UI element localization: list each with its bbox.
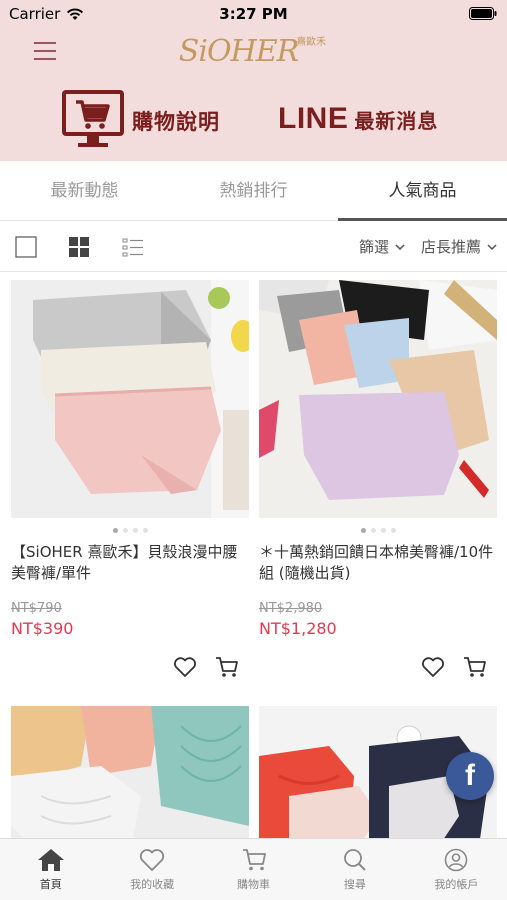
tab-best-sellers[interactable]: 熱銷排行 [169, 161, 338, 220]
page-dot [390, 527, 396, 533]
nav-home-label: 首頁 [39, 878, 62, 891]
sort-label: 店長推薦 [420, 238, 481, 256]
status-time: 3:27 PM [219, 5, 288, 23]
chevron-down-icon [487, 243, 497, 250]
page-dot [370, 527, 376, 533]
header: SiOHER熹歐禾 購物說明 LINE 最新消息 [0, 28, 507, 161]
line-brand-label: LINE [278, 102, 349, 135]
cart-icon[interactable] [215, 656, 239, 678]
filter-sort-area: 篩選 店長推薦 [359, 236, 497, 257]
brand-logo[interactable]: SiOHER熹歐禾 [0, 34, 507, 69]
heart-icon [139, 849, 165, 871]
product-title[interactable]: 【SiOHER 熹歐禾】貝殼浪漫中腰美臀褲/單件 [11, 542, 249, 590]
shopping-guide-label: 購物說明 [132, 110, 220, 134]
single-view-button[interactable] [15, 236, 37, 258]
grid-icon [69, 237, 89, 257]
nav-cart[interactable]: 購物車 [203, 839, 304, 900]
promo-row: 購物說明 LINE 最新消息 [0, 90, 507, 150]
product-image[interactable] [259, 280, 497, 518]
nav-favorites[interactable]: 我的收藏 [101, 839, 202, 900]
page-dot [380, 527, 386, 533]
nav-search[interactable]: 搜尋 [304, 839, 405, 900]
logo-subtitle: 熹歐禾 [296, 37, 327, 48]
page-dot [360, 527, 366, 533]
bottom-tab-bar: 首頁 我的收藏 購物車 搜尋 我的帳戶 [0, 838, 507, 900]
product-card[interactable]: ＊十萬熱銷回饋日本棉美臀褲/10件組 (隨機出貨) NT$2,980 NT$1,… [259, 280, 497, 677]
filter-label: 篩選 [358, 238, 389, 256]
nav-account-label: 我的帳戶 [434, 878, 479, 891]
monitor-cart-icon [62, 90, 124, 147]
nav-home[interactable]: 首頁 [0, 839, 101, 900]
list-view-button[interactable] [122, 236, 144, 258]
product-image[interactable] [11, 280, 249, 518]
page-dot [112, 527, 118, 533]
view-toolbar: 篩選 店長推薦 [0, 222, 507, 272]
product-title[interactable]: ＊十萬熱銷回饋日本棉美臀褲/10件組 (隨機出貨) [259, 542, 497, 590]
sale-price: NT$1,280 [259, 619, 337, 638]
square-icon [15, 236, 37, 258]
battery-icon [469, 6, 497, 24]
filter-dropdown[interactable]: 篩選 [359, 236, 405, 257]
product-card[interactable]: 【SiOHER 熹歐禾】貝殼浪漫中腰美臀褲/單件 NT$790 NT$390 [11, 280, 249, 677]
nav-cart-label: 購物車 [237, 878, 271, 891]
nav-search-label: 搜尋 [343, 878, 366, 891]
page-dot [122, 527, 128, 533]
sale-price: NT$390 [11, 619, 74, 638]
original-price: NT$2,980 [259, 601, 323, 616]
shopping-guide-button[interactable]: 購物說明 [62, 90, 220, 152]
facebook-button[interactable]: f [446, 752, 494, 800]
image-pagination [11, 518, 249, 542]
search-icon [344, 849, 366, 871]
original-price: NT$790 [11, 601, 62, 616]
chevron-down-icon [395, 243, 405, 250]
heart-icon[interactable] [421, 656, 445, 678]
home-icon [37, 849, 64, 871]
app-screen: Carrier 3:27 PM SiOHER熹歐禾 購物說明 LINE 最新消息… [0, 0, 507, 900]
card-actions [173, 656, 239, 678]
cart-icon[interactable] [463, 656, 487, 678]
sort-dropdown[interactable]: 店長推薦 [421, 236, 497, 257]
page-dot [132, 527, 138, 533]
facebook-icon: f [465, 759, 475, 792]
status-bar: Carrier 3:27 PM [0, 0, 507, 28]
logo-text: SiOHER [178, 34, 299, 69]
card-actions [421, 656, 487, 678]
latest-news-label: 最新消息 [354, 109, 439, 133]
category-tabs: 最新動態 熱銷排行 人氣商品 [0, 161, 507, 221]
page-dot [142, 527, 148, 533]
tab-popular-products[interactable]: 人氣商品 [338, 161, 507, 221]
line-news-button[interactable]: LINE 最新消息 [278, 102, 438, 136]
user-icon [445, 848, 468, 872]
grid-view-button[interactable] [68, 236, 90, 258]
cart-icon [242, 849, 266, 871]
image-pagination [259, 518, 497, 542]
tab-latest-news[interactable]: 最新動態 [0, 161, 169, 220]
list-icon [122, 238, 143, 257]
heart-icon[interactable] [173, 656, 197, 678]
nav-favorites-label: 我的收藏 [130, 878, 175, 891]
nav-account[interactable]: 我的帳戶 [406, 839, 507, 900]
